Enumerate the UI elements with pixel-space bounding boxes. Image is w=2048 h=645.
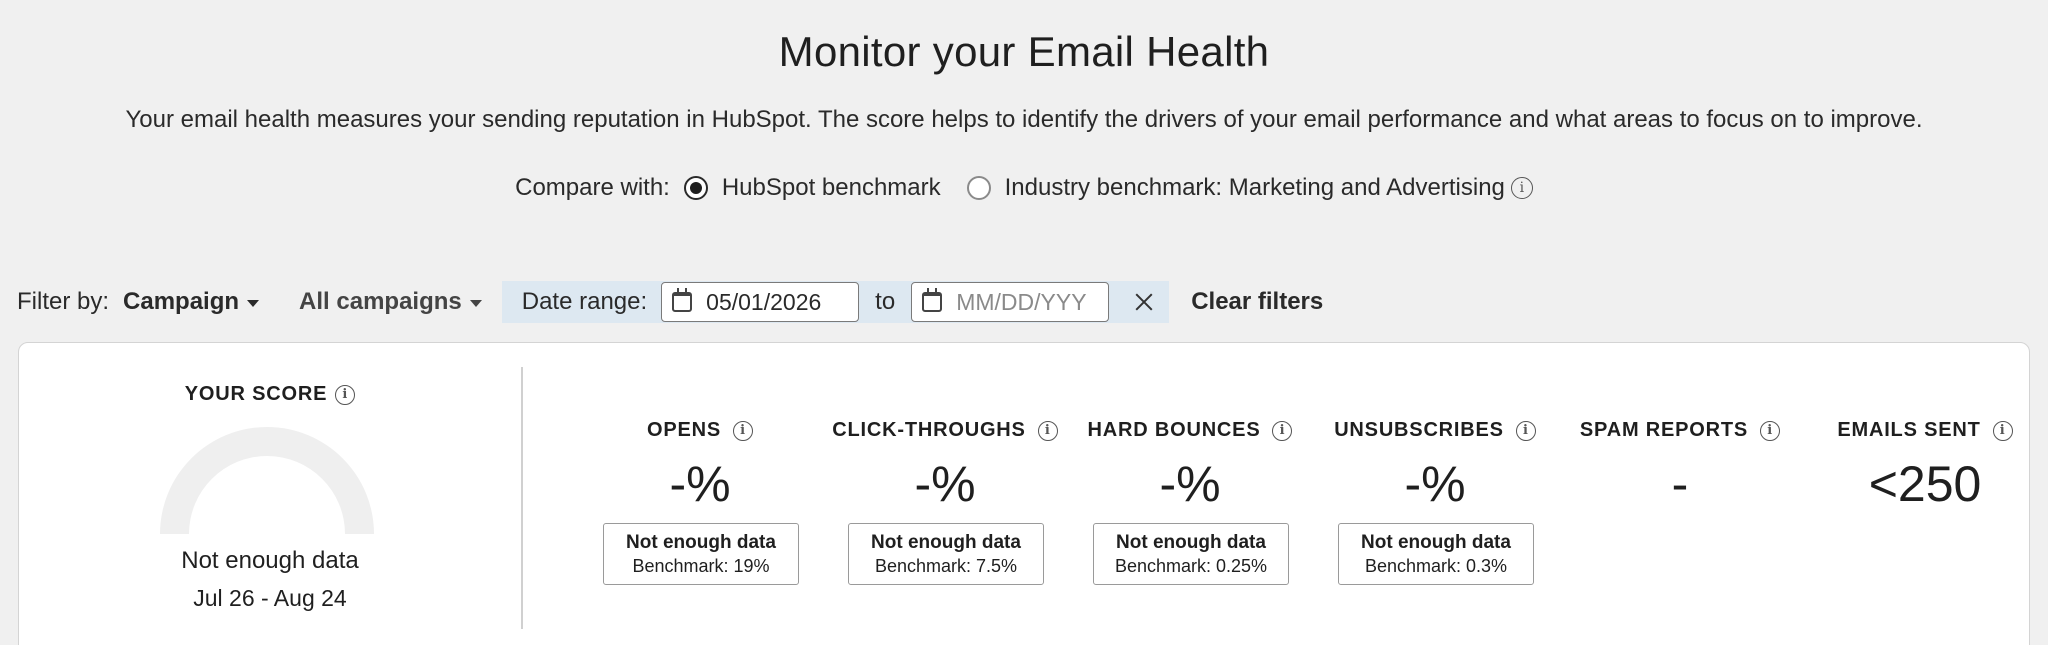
benchmark-box: Not enough data Benchmark: 7.5% [848, 523, 1044, 585]
score-title: YOUR SCORE i [19, 383, 521, 406]
metric-title-text: SPAM REPORTS [1579, 419, 1749, 441]
metric-title-text: EMAILS SENT [1837, 419, 1981, 441]
date-range-label: Date range: [521, 288, 648, 315]
start-date-value: 05/01/2026 [706, 288, 822, 315]
metric-title-text: HARD BOUNCES [1087, 419, 1261, 441]
info-icon[interactable]: i [1037, 420, 1058, 441]
radio-label: HubSpot benchmark [721, 174, 941, 201]
radio-button-unselected[interactable] [966, 176, 991, 200]
score-title-text: YOUR SCORE [184, 383, 328, 405]
metric-value: -% [914, 456, 976, 512]
benchmark-box: Not enough data Benchmark: 0.3% [1338, 523, 1534, 585]
benchmark-status: Not enough data [626, 531, 776, 553]
filter-type-dropdown[interactable]: Campaign [123, 288, 260, 316]
benchmark-value: Benchmark: 0.3% [1364, 555, 1508, 576]
metric-value: -% [1159, 456, 1221, 512]
metric-value: <250 [1868, 456, 1982, 512]
clear-filters-button[interactable]: Clear filters [1191, 288, 1323, 316]
info-icon[interactable]: i [1510, 177, 1533, 199]
metric-title-text: CLICK-THROUGHS [832, 419, 1026, 441]
radio-industry-benchmark[interactable]: Industry benchmark: Marketing and Advert… [966, 174, 1505, 202]
calendar-icon [672, 288, 693, 312]
metric-title: SPAM REPORTS i [1560, 419, 1800, 442]
score-section: YOUR SCORE i Not enough data Jul 26 - Au… [19, 343, 521, 645]
page-title: Monitor your Email Health [778, 28, 1270, 75]
benchmark-value: Benchmark: 19% [632, 555, 770, 576]
end-date-placeholder: MM/DD/YYY [956, 288, 1087, 315]
close-icon[interactable] [1133, 291, 1155, 313]
chevron-down-icon [469, 299, 482, 307]
radio-button-selected[interactable] [683, 176, 708, 200]
score-status: Not enough data [181, 547, 359, 574]
benchmark-value: Benchmark: 0.25% [1114, 555, 1268, 576]
metric-title: UNSUBSCRIBES i [1315, 419, 1555, 442]
metric-title: EMAILS SENT i [1805, 419, 2045, 442]
score-date-range: Jul 26 - Aug 24 [193, 585, 347, 611]
compare-label: Compare with: [515, 174, 670, 201]
metric-value: - [1671, 456, 1689, 512]
radio-hubspot-benchmark[interactable]: HubSpot benchmark [683, 174, 941, 202]
score-gauge [160, 427, 374, 534]
date-to-label: to [875, 288, 896, 315]
benchmark-status: Not enough data [1361, 531, 1511, 553]
campaign-select-value: All campaigns [299, 288, 462, 315]
info-icon[interactable]: i [1760, 420, 1781, 441]
metric-title: HARD BOUNCES i [1070, 419, 1310, 442]
metric-title-text: UNSUBSCRIBES [1334, 419, 1504, 441]
metric-value: -% [1404, 456, 1466, 512]
email-health-card: YOUR SCORE i Not enough data Jul 26 - Au… [18, 342, 2030, 645]
compare-with-row: Compare with: HubSpot benchmark Industry… [0, 174, 2048, 202]
end-date-input[interactable]: MM/DD/YYY [911, 282, 1110, 322]
benchmark-status: Not enough data [871, 531, 1021, 553]
benchmark-status: Not enough data [1116, 531, 1266, 553]
filter-label: Filter by: [17, 288, 110, 315]
radio-label: Industry benchmark: Marketing and Advert… [1004, 174, 1505, 201]
metric-value: -% [669, 456, 731, 512]
calendar-icon [922, 288, 943, 312]
benchmark-box: Not enough data Benchmark: 0.25% [1093, 523, 1289, 585]
metric-title: CLICK-THROUGHS i [825, 419, 1065, 442]
metric-title-text: OPENS [646, 419, 722, 441]
info-icon[interactable]: i [1992, 420, 2013, 441]
benchmark-box: Not enough data Benchmark: 19% [603, 523, 799, 585]
filter-bar: Filter by: Campaign All campaigns Date r… [17, 280, 1323, 324]
campaign-select-dropdown[interactable]: All campaigns [299, 288, 482, 316]
benchmark-value: Benchmark: 7.5% [874, 555, 1018, 576]
info-icon[interactable]: i [1272, 420, 1293, 441]
filter-type-value: Campaign [123, 288, 240, 315]
info-icon[interactable]: i [335, 384, 356, 405]
metrics-section: OPENS i -% Not enough data Benchmark: 19… [521, 343, 2029, 645]
date-range-filter: Date range: 05/01/2026 to MM/DD/YYY [501, 281, 1170, 323]
info-icon[interactable]: i [733, 420, 754, 441]
info-icon[interactable]: i [1515, 420, 1536, 441]
metric-title: OPENS i [580, 419, 820, 442]
start-date-input[interactable]: 05/01/2026 [661, 282, 860, 322]
chevron-down-icon [247, 299, 260, 307]
page-description: Your email health measures your sending … [125, 106, 1923, 133]
